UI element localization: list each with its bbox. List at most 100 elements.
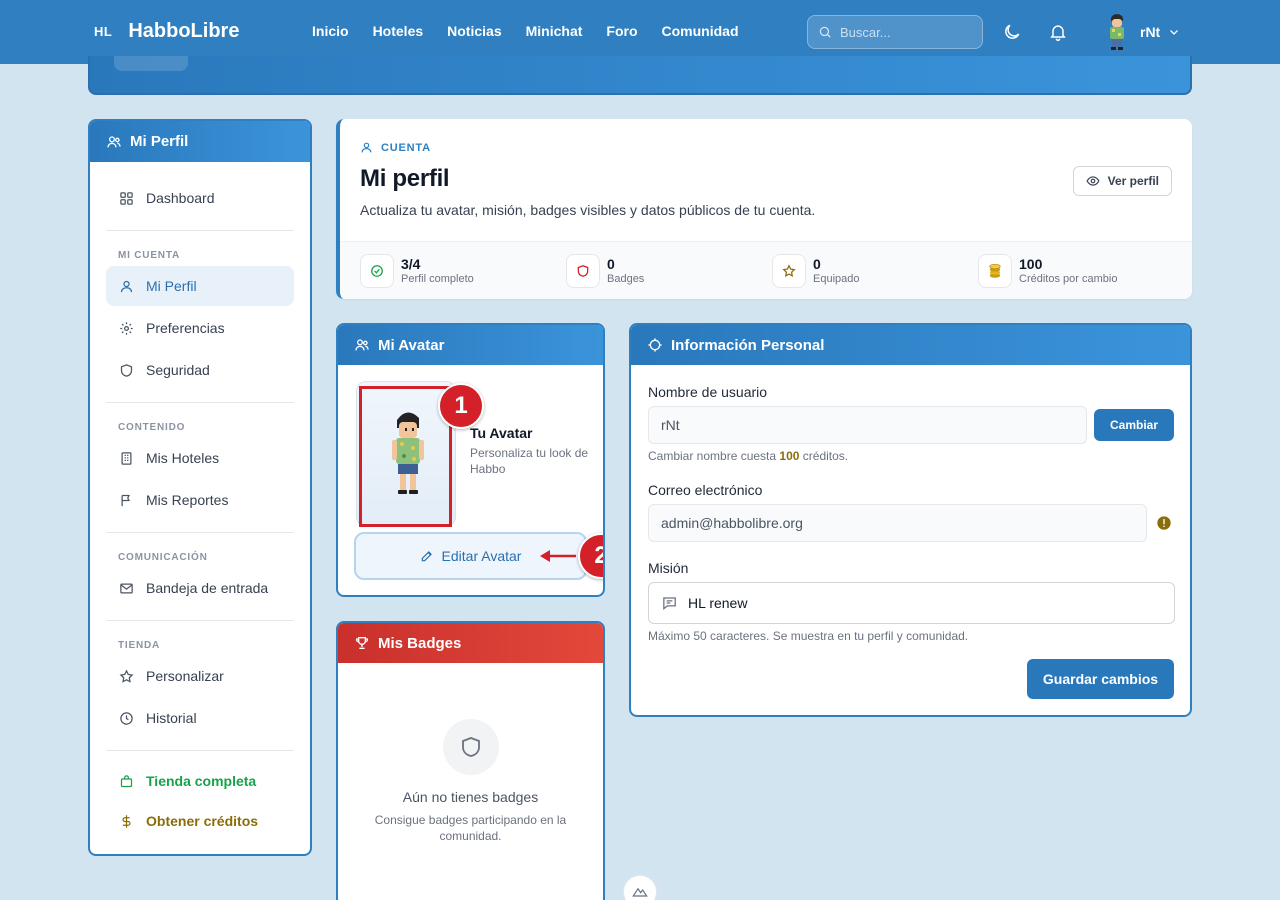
page-title: Mi perfil [360,165,450,192]
search-box[interactable] [807,15,983,49]
dark-mode-toggle[interactable] [1000,20,1024,44]
user-menu[interactable]: rNt [1104,12,1180,52]
hero-tab [114,56,188,71]
sidebar-item-mis-hoteles[interactable]: Mis Hoteles [106,438,294,478]
mission-field-label: Misión [648,560,689,576]
sidebar-item-label: Preferencias [146,320,225,336]
view-profile-label: Ver perfil [1107,174,1159,188]
sidebar-item-label: Bandeja de entrada [146,580,269,596]
stat-value: 0 [813,256,821,272]
profile-sidebar: Mi Perfil Dashboard MI CUENTA Mi Perfil … [88,119,312,856]
nav-link-hoteles[interactable]: Hoteles [373,23,424,39]
stat-creditos: 100 Créditos por cambio [978,254,1117,288]
user-avatar [1110,14,1124,50]
nav-link-minichat[interactable]: Minichat [526,23,583,39]
section-label-cuenta: MI CUENTA [118,250,181,261]
stat-value: 100 [1019,256,1043,272]
notifications-button[interactable] [1046,20,1070,44]
help-amount: 100 [779,449,800,463]
nav-link-inicio[interactable]: Inicio [312,23,349,39]
eyebrow-label: CUENTA [381,141,431,154]
sidebar-title: Mi Perfil [130,133,189,150]
username-field-label: Nombre de usuario [648,384,768,400]
sidebar-item-label: Mis Hoteles [146,450,220,466]
annotation-arrow [540,550,576,562]
search-icon [819,26,831,38]
user-icon [118,278,134,294]
nav-link-comunidad[interactable]: Comunidad [662,23,739,39]
sidebar-item-label: Historial [146,710,197,726]
stat-equipado: 0 Equipado [772,254,860,288]
change-username-button[interactable]: Cambiar [1094,409,1174,441]
badges-card-header: Mis Badges [338,623,603,663]
username-input[interactable] [661,417,1086,433]
avatar-heading: Tu Avatar [470,425,533,441]
badges-card: Mis Badges Aún no tienes badges Consigue… [336,621,605,900]
username-field[interactable] [648,406,1087,444]
star-icon [118,668,134,684]
clock-icon [118,710,134,726]
mission-input[interactable] [688,595,1174,611]
sidebar-item-label: Dashboard [146,190,215,206]
badges-empty-title: Aún no tienes badges [402,789,539,805]
shield-icon [118,362,134,378]
sidebar-header: Mi Perfil [90,121,310,162]
bell-icon [1050,25,1066,42]
info-card-title: Información Personal [671,336,825,354]
stat-perfil-completo: 3/4 Perfil completo [360,254,474,288]
sidebar-item-preferencias[interactable]: Preferencias [106,308,294,348]
hero-banner [88,56,1192,95]
chevron-down-icon [1170,30,1179,35]
email-field[interactable] [648,504,1147,542]
shield-icon [566,254,600,288]
email-field-label: Correo electrónico [648,482,763,498]
brand-logo[interactable]: HL HabboLibre [94,20,239,43]
divider [106,402,294,403]
edit-avatar-label: Editar Avatar [441,548,522,564]
mission-help: Máximo 50 caracteres. Se muestra en tu p… [648,629,969,643]
account-eyebrow: CUENTA [360,141,431,154]
mail-icon [118,580,134,596]
brand-name: HabboLibre [128,20,240,42]
sidebar-item-mis-reportes[interactable]: Mis Reportes [106,480,294,520]
eye-icon [1086,176,1100,186]
sidebar-item-personalizar[interactable]: Personalizar [106,656,294,696]
floating-action-button[interactable] [623,875,657,900]
avatar-card-header: Mi Avatar [338,325,603,365]
warning-icon[interactable] [1156,515,1172,531]
divider [106,230,294,231]
gear-icon [118,320,134,336]
section-label-contenido: CONTENIDO [118,422,186,433]
sidebar-item-dashboard[interactable]: Dashboard [106,178,294,218]
nav-link-foro[interactable]: Foro [606,23,637,39]
sidebar-item-obtener-creditos[interactable]: Obtener créditos [106,801,294,841]
coins-icon [978,254,1012,288]
users-icon [355,339,369,351]
email-input[interactable] [661,515,1146,531]
username-label: rNt [1140,24,1161,40]
save-changes-button[interactable]: Guardar cambios [1027,659,1174,699]
stat-label: Badges [607,273,645,285]
sidebar-item-mi-perfil[interactable]: Mi Perfil [106,266,294,306]
mission-field[interactable] [648,582,1175,624]
search-input[interactable] [840,24,970,40]
mountain-icon [632,887,648,897]
sidebar-item-tienda-completa[interactable]: Tienda completa [106,761,294,801]
username-help: Cambiar nombre cuesta 100 créditos. [648,449,848,463]
sidebar-item-label: Mi Perfil [146,278,197,294]
help-suffix: créditos. [802,449,849,463]
section-label-tienda: TIENDA [118,640,161,651]
sidebar-item-label: Obtener créditos [146,813,259,829]
sidebar-item-seguridad[interactable]: Seguridad [106,350,294,390]
sidebar-item-bandeja[interactable]: Bandeja de entrada [106,568,294,608]
grid-icon [118,190,134,206]
avatar-card-title: Mi Avatar [378,336,445,354]
nav-link-noticias[interactable]: Noticias [447,23,501,39]
badges-card-title: Mis Badges [378,634,462,652]
sidebar-item-label: Tienda completa [146,773,257,789]
main-nav: Inicio Hoteles Noticias Minichat Foro Co… [312,23,763,39]
stat-badges: 0 Badges [566,254,644,288]
view-profile-button[interactable]: Ver perfil [1072,166,1172,196]
shield-icon [443,719,499,775]
sidebar-item-historial[interactable]: Historial [106,698,294,738]
